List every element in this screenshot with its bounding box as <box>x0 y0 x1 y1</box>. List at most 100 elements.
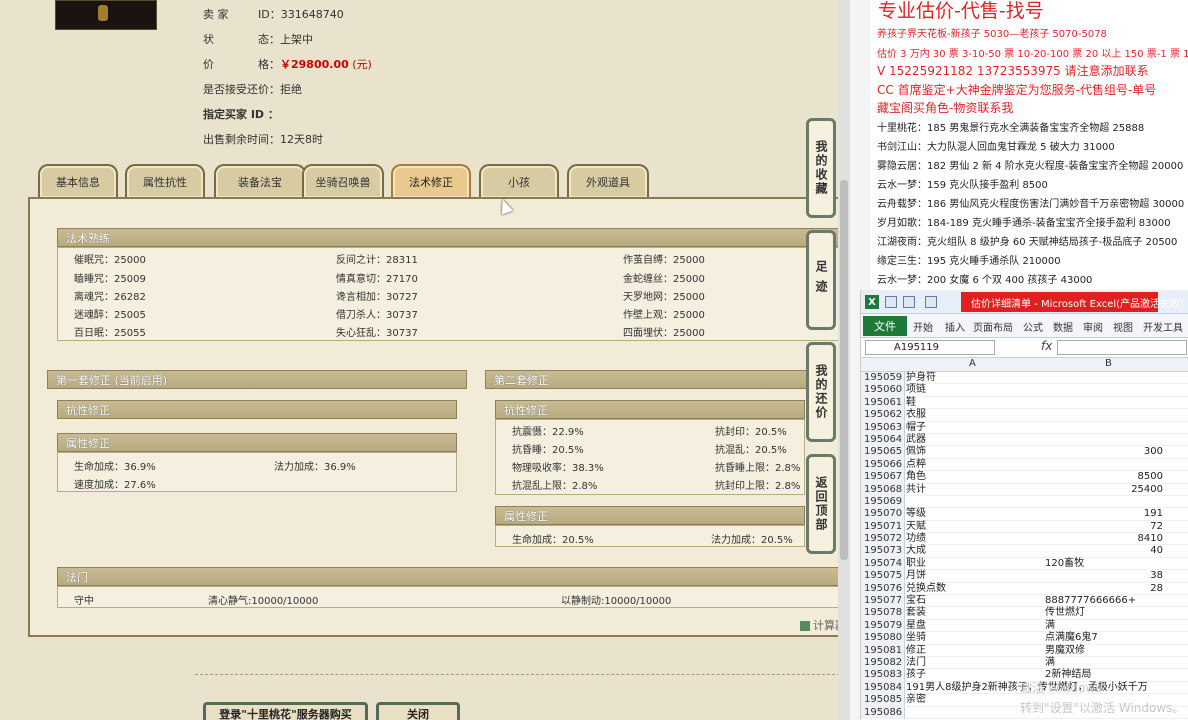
cell-a[interactable]: 共计 <box>906 484 926 496</box>
row-number[interactable]: 195084 <box>861 681 905 694</box>
cell-a[interactable]: 法门 <box>906 657 926 669</box>
table-row[interactable]: 195066 点粹 <box>861 458 1188 472</box>
table-row[interactable]: 195068 共计 25400 <box>861 483 1188 496</box>
table-row[interactable]: 195064 武器 <box>861 433 1188 447</box>
file-tab[interactable]: 文件 <box>863 316 907 336</box>
table-row[interactable]: 195076 兑换点数 28 <box>861 582 1188 596</box>
table-row[interactable]: 195078 套装 传世燃灯 <box>861 607 1188 620</box>
row-number[interactable]: 195073 <box>861 545 905 558</box>
row-number[interactable]: 195078 <box>861 607 905 620</box>
table-row[interactable]: 195063 帽子 <box>861 421 1188 434</box>
table-row[interactable]: 195059 护身符 <box>861 372 1188 385</box>
row-number[interactable]: 195071 <box>861 520 905 533</box>
footprint-button[interactable]: 足迹 <box>806 230 836 330</box>
cell-a[interactable]: 兑换点数 <box>906 583 946 595</box>
tab-spell-correction[interactable]: 法术修正 <box>391 164 471 198</box>
cell-a[interactable]: 月饼 <box>906 570 926 582</box>
cell-a[interactable]: 护身符 <box>906 372 936 384</box>
cell-a[interactable]: 衣服 <box>906 409 926 421</box>
row-number[interactable]: 195062 <box>861 409 905 422</box>
cell-b[interactable]: 191 <box>1045 508 1163 520</box>
cell-a[interactable]: 项链 <box>906 384 926 396</box>
table-row[interactable]: 195069 <box>861 495 1188 509</box>
row-number[interactable]: 195072 <box>861 533 905 546</box>
cell-a[interactable]: 孩子 <box>906 669 926 681</box>
table-row[interactable]: 195075 月饼 38 <box>861 570 1188 583</box>
cell-b[interactable]: 38 <box>1045 570 1163 582</box>
cell-b[interactable]: 28 <box>1045 583 1163 595</box>
cell-a[interactable]: 职业 <box>906 558 926 570</box>
row-number[interactable]: 195066 <box>861 458 905 471</box>
cell-a[interactable]: 等级 <box>906 508 926 520</box>
row-number[interactable]: 195085 <box>861 694 905 707</box>
fx-icon[interactable]: fx <box>1041 339 1052 353</box>
table-row[interactable]: 195067 角色 8500 <box>861 471 1188 484</box>
cell-a[interactable]: 修正 <box>906 645 926 657</box>
close-button[interactable]: 关闭 <box>376 702 460 720</box>
row-number[interactable]: 195060 <box>861 384 905 397</box>
cell-a[interactable]: 角色 <box>906 471 926 483</box>
row-number[interactable]: 195077 <box>861 595 905 608</box>
ribbon-tab[interactable]: 插入 <box>945 319 965 334</box>
tab-child[interactable]: 小孩 <box>479 164 559 198</box>
cell-a[interactable]: 帽子 <box>906 422 926 434</box>
tab-equipment[interactable]: 装备法宝 <box>214 164 306 198</box>
save-icon[interactable] <box>885 296 897 308</box>
cell-b[interactable]: 72 <box>1045 521 1163 533</box>
table-row[interactable]: 195081 修正 男魔双修 <box>861 644 1188 657</box>
row-number[interactable]: 195064 <box>861 433 905 446</box>
cell-b[interactable]: 8500 <box>1045 471 1163 483</box>
row-number[interactable]: 195079 <box>861 619 905 632</box>
cell-b[interactable]: 满 <box>1045 620 1163 632</box>
cell-a[interactable]: 大成 <box>906 545 926 557</box>
row-number[interactable]: 195086 <box>861 706 905 719</box>
table-row[interactable]: 195060 项链 <box>861 384 1188 397</box>
tab-appearance[interactable]: 外观道具 <box>567 164 649 198</box>
table-row[interactable]: 195080 坐骑 点满魔6鬼7 <box>861 632 1188 645</box>
cell-b[interactable]: 传世燃灯 <box>1045 607 1163 619</box>
undo-icon[interactable] <box>903 296 915 308</box>
my-favorites-button[interactable]: 我的收藏 <box>806 118 836 218</box>
cell-a[interactable]: 天赋 <box>906 521 926 533</box>
redo-icon[interactable] <box>925 296 937 308</box>
row-number[interactable]: 195067 <box>861 471 905 484</box>
row-number[interactable]: 195061 <box>861 396 905 409</box>
cell-b[interactable]: 25400 <box>1045 484 1163 496</box>
row-number[interactable]: 195081 <box>861 644 905 657</box>
my-bargain-button[interactable]: 我的还价 <box>806 342 836 442</box>
scrollbar-thumb[interactable] <box>840 180 848 560</box>
table-row[interactable]: 195082 法门 满 <box>861 656 1188 670</box>
cell-b[interactable]: 男魔双修 <box>1045 645 1163 657</box>
table-row[interactable]: 195077 宝石 8887777666666+ <box>861 595 1188 608</box>
row-number[interactable]: 195059 <box>861 372 905 384</box>
table-row[interactable]: 195071 天赋 72 <box>861 520 1188 534</box>
tab-basic-info[interactable]: 基本信息 <box>38 164 118 198</box>
ribbon-tab[interactable]: 开始 <box>913 319 933 334</box>
table-row[interactable]: 195070 等级 191 <box>861 508 1188 521</box>
table-row[interactable]: 195079 星盘 满 <box>861 619 1188 633</box>
row-number[interactable]: 195065 <box>861 446 905 459</box>
ribbon-tab[interactable]: 开发工具 <box>1143 319 1183 334</box>
table-row[interactable]: 195061 鞋 <box>861 396 1188 410</box>
cell-a[interactable]: 点粹 <box>906 459 926 471</box>
row-number[interactable]: 195082 <box>861 656 905 669</box>
table-row[interactable]: 195074 职业 120畜牧 <box>861 557 1188 571</box>
spreadsheet-grid[interactable]: 195059 护身符 195060 项链 195061 鞋 195062 衣服 195063 帽子… <box>861 372 1188 719</box>
ribbon-tab[interactable]: 视图 <box>1113 319 1133 334</box>
cell-b[interactable]: 8887777666666+ <box>1045 595 1163 607</box>
table-row[interactable]: 195073 大成 40 <box>861 545 1188 558</box>
login-buy-button[interactable]: 登录"十里桃花"服务器购买 <box>203 702 368 720</box>
row-number[interactable]: 195070 <box>861 508 905 521</box>
ribbon-tab[interactable]: 数据 <box>1053 319 1073 334</box>
ribbon-tab[interactable]: 公式 <box>1023 319 1043 334</box>
cell-a[interactable]: 宝石 <box>906 595 926 607</box>
row-number[interactable]: 195063 <box>861 421 905 434</box>
table-row[interactable]: 195065 佩饰 300 <box>861 446 1188 459</box>
cell-b[interactable]: 300 <box>1045 446 1163 458</box>
column-header-a[interactable]: A <box>969 358 976 369</box>
table-row[interactable]: 195062 衣服 <box>861 409 1188 422</box>
row-number[interactable]: 195083 <box>861 669 905 682</box>
row-number[interactable]: 195080 <box>861 632 905 645</box>
cell-a[interactable]: 套装 <box>906 607 926 619</box>
cell-b[interactable]: 点满魔6鬼7 <box>1045 632 1163 644</box>
